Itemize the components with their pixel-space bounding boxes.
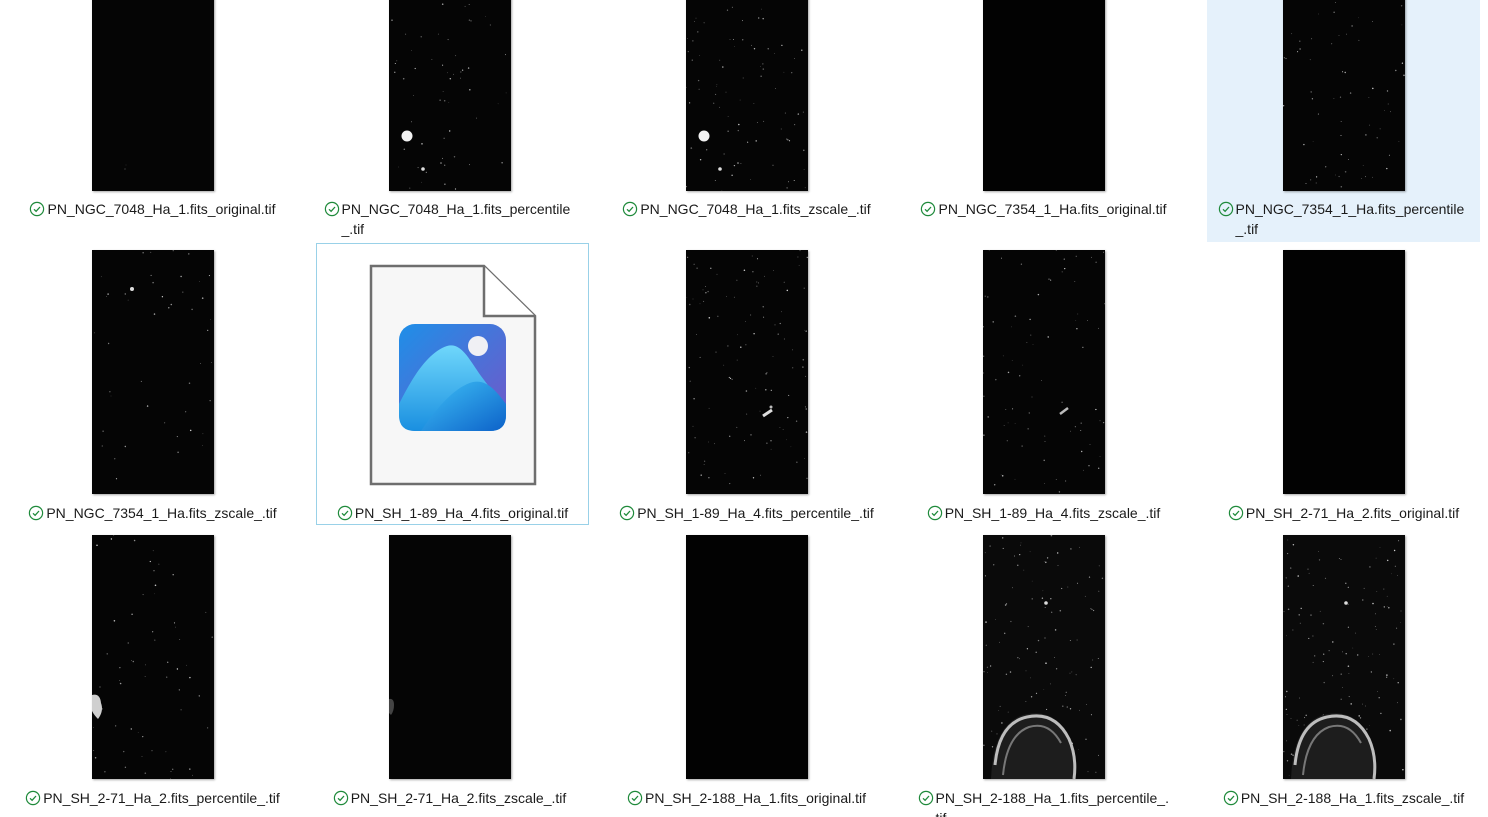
file-tile[interactable]: PN_SH_2-188_Ha_1.fits_original.tif — [610, 528, 883, 817]
image-thumbnail — [91, 250, 214, 494]
check-circle-icon — [324, 201, 339, 217]
image-thumbnail — [91, 0, 214, 191]
check-circle-icon — [918, 790, 933, 806]
file-name: PN_NGC_7354_1_Ha.fits_original.tif — [938, 201, 1167, 217]
check-circle-icon — [627, 790, 643, 806]
file-name: PN_NGC_7048_Ha_1.fits_percentile_.tif — [341, 201, 571, 237]
file-tile[interactable]: PN_NGC_7354_1_Ha.fits_original.tif — [907, 0, 1180, 242]
check-circle-icon — [921, 201, 936, 217]
check-circle-icon — [333, 790, 348, 806]
file-name: PN_SH_2-188_Ha_1.fits_percentile_.tif — [935, 790, 1169, 817]
image-thumbnail — [388, 535, 511, 779]
file-name: PN_SH_2-71_Ha_2.fits_percentile_.tif — [43, 790, 280, 806]
check-circle-icon — [623, 201, 638, 217]
check-circle-icon — [29, 505, 44, 521]
check-circle-icon — [1223, 790, 1239, 806]
file-name: PN_NGC_7354_1_Ha.fits_percentile_.tif — [1235, 201, 1465, 237]
file-grid: PN_NGC_7048_Ha_1.fits_original.tif PN_NG… — [0, 0, 1488, 817]
file-name: PN_NGC_7354_1_Ha.fits_zscale_.tif — [46, 505, 277, 521]
image-thumbnail — [1282, 250, 1405, 494]
file-name: PN_NGC_7048_Ha_1.fits_original.tif — [47, 201, 276, 217]
image-thumbnail — [982, 535, 1105, 779]
check-circle-icon — [1218, 201, 1233, 217]
file-tile[interactable]: PN_NGC_7354_1_Ha.fits_zscale_.tif — [16, 243, 289, 525]
file-tile[interactable]: PN_SH_2-71_Ha_2.fits_percentile_.tif — [16, 528, 289, 817]
photos-app-file-icon — [369, 264, 537, 486]
file-tile[interactable]: PN_SH_2-71_Ha_2.fits_zscale_.tif — [313, 528, 586, 817]
image-thumbnail — [685, 0, 808, 191]
file-tile[interactable]: PN_SH_2-188_Ha_1.fits_percentile_.tif — [907, 528, 1180, 817]
image-thumbnail — [685, 535, 808, 779]
check-circle-icon — [337, 505, 353, 521]
file-name: PN_SH_2-188_Ha_1.fits_zscale_.tif — [1240, 790, 1465, 806]
image-thumbnail — [982, 250, 1105, 494]
file-name: PN_SH_2-188_Ha_1.fits_original.tif — [644, 790, 866, 806]
image-thumbnail — [388, 0, 511, 191]
file-tile[interactable]: PN_SH_2-71_Ha_2.fits_original.tif — [1207, 243, 1480, 525]
image-thumbnail — [685, 250, 808, 494]
file-name: PN_SH_2-71_Ha_2.fits_original.tif — [1245, 505, 1460, 521]
image-thumbnail — [982, 0, 1105, 191]
check-circle-icon — [927, 505, 942, 521]
file-tile[interactable]: PN_NGC_7048_Ha_1.fits_original.tif — [16, 0, 289, 242]
file-name: PN_SH_1-89_Ha_4.fits_original.tif — [354, 505, 569, 521]
file-tile[interactable]: PN_NGC_7354_1_Ha.fits_percentile_.tif — [1207, 0, 1480, 242]
file-tile[interactable]: PN_NGC_7048_Ha_1.fits_percentile_.tif — [313, 0, 586, 242]
file-tile[interactable]: PN_SH_1-89_Ha_4.fits_original.tif — [316, 243, 589, 525]
file-tile[interactable]: PN_SH_1-89_Ha_4.fits_zscale_.tif — [907, 243, 1180, 525]
file-tile[interactable]: PN_NGC_7048_Ha_1.fits_zscale_.tif — [610, 0, 883, 242]
check-circle-icon — [1228, 505, 1244, 521]
file-name: PN_SH_1-89_Ha_4.fits_zscale_.tif — [944, 505, 1161, 521]
file-tile[interactable]: PN_SH_2-188_Ha_1.fits_zscale_.tif — [1207, 528, 1480, 817]
image-thumbnail — [91, 535, 214, 779]
image-thumbnail — [1282, 535, 1405, 779]
file-name: PN_SH_2-71_Ha_2.fits_zscale_.tif — [350, 790, 567, 806]
file-name: PN_SH_1-89_Ha_4.fits_percentile_.tif — [637, 505, 874, 521]
file-name: PN_NGC_7048_Ha_1.fits_zscale_.tif — [640, 201, 871, 217]
image-thumbnail — [1282, 0, 1405, 191]
check-circle-icon — [30, 201, 45, 217]
check-circle-icon — [620, 505, 635, 521]
check-circle-icon — [26, 790, 41, 806]
file-tile[interactable]: PN_SH_1-89_Ha_4.fits_percentile_.tif — [610, 243, 883, 525]
